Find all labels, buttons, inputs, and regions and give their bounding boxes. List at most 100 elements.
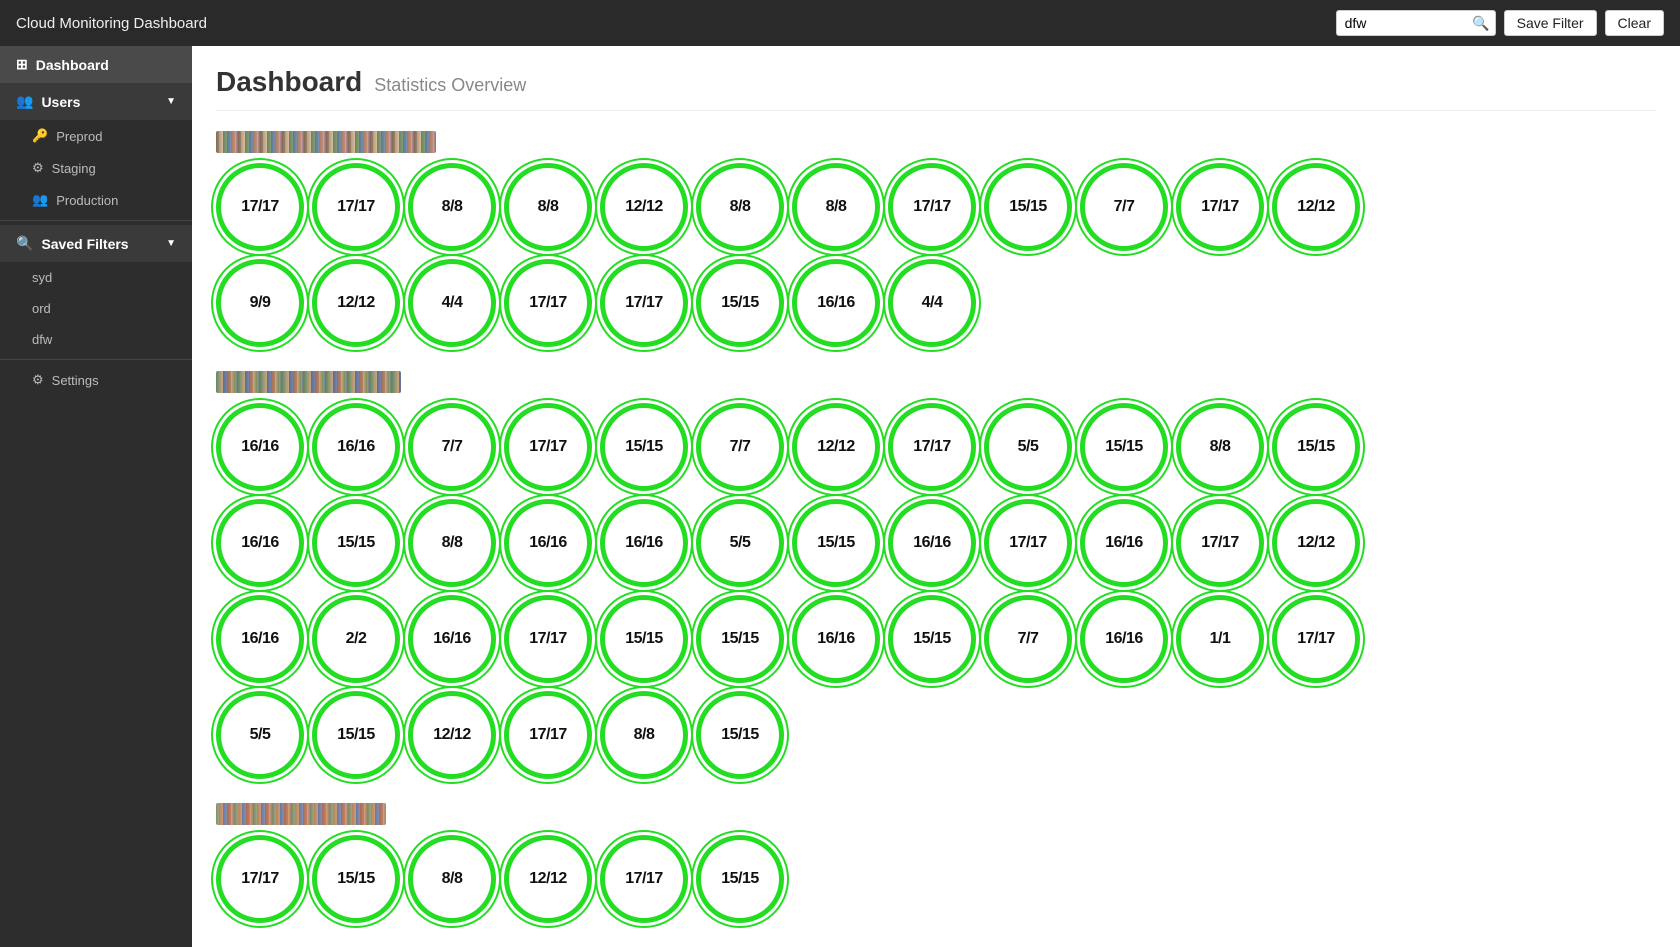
circle-item[interactable]: 12/12	[600, 163, 688, 251]
section-2-row-1: 16/1616/167/717/1715/157/712/1217/175/51…	[216, 403, 1656, 491]
circle-item[interactable]: 17/17	[600, 259, 688, 347]
circle-item[interactable]: 8/8	[408, 499, 496, 587]
circle-item[interactable]: 17/17	[216, 163, 304, 251]
circle-item[interactable]: 8/8	[504, 163, 592, 251]
circle-item[interactable]: 16/16	[216, 595, 304, 683]
circle-item[interactable]: 17/17	[312, 163, 400, 251]
circle-item[interactable]: 8/8	[1176, 403, 1264, 491]
circle-item[interactable]: 17/17	[216, 835, 304, 923]
circle-item[interactable]: 17/17	[600, 835, 688, 923]
section-2-row-2: 16/1615/158/816/1616/165/515/1516/1617/1…	[216, 499, 1656, 587]
save-filter-button[interactable]: Save Filter	[1504, 10, 1597, 36]
circle-label: 15/15	[337, 534, 375, 552]
circle-item[interactable]: 7/7	[984, 595, 1072, 683]
circle-item[interactable]: 7/7	[696, 403, 784, 491]
circle-item[interactable]: 4/4	[888, 259, 976, 347]
sidebar-item-dashboard[interactable]: ⊞ Dashboard	[0, 46, 192, 83]
circle-item[interactable]: 7/7	[408, 403, 496, 491]
sidebar-item-production[interactable]: 👥 Production	[0, 184, 192, 216]
circle-item[interactable]: 17/17	[888, 163, 976, 251]
circle-item[interactable]: 17/17	[504, 403, 592, 491]
circle-item[interactable]: 16/16	[408, 595, 496, 683]
circle-item[interactable]: 17/17	[984, 499, 1072, 587]
circle-label: 15/15	[625, 630, 663, 648]
circle-item[interactable]: 8/8	[408, 163, 496, 251]
circle-item[interactable]: 15/15	[312, 499, 400, 587]
circle-label: 15/15	[1105, 438, 1143, 456]
circle-item[interactable]: 15/15	[984, 163, 1072, 251]
circle-item[interactable]: 16/16	[504, 499, 592, 587]
circle-item[interactable]: 1/1	[1176, 595, 1264, 683]
circle-item[interactable]: 5/5	[984, 403, 1072, 491]
circle-item[interactable]: 16/16	[888, 499, 976, 587]
sidebar: ⊞ Dashboard 👥 Users ▼ 🔑 Preprod ⚙ Stagin…	[0, 46, 192, 947]
circle-item[interactable]: 8/8	[600, 691, 688, 779]
circle-item[interactable]: 15/15	[600, 403, 688, 491]
app-title: Cloud Monitoring Dashboard	[16, 15, 207, 32]
circle-item[interactable]: 17/17	[1272, 595, 1360, 683]
circle-item[interactable]: 15/15	[792, 499, 880, 587]
circle-item[interactable]: 12/12	[312, 259, 400, 347]
sidebar-item-settings[interactable]: ⚙ Settings	[0, 364, 192, 396]
sidebar-saved-filters[interactable]: 🔍 Saved Filters ▼	[0, 225, 192, 262]
circle-item[interactable]: 17/17	[1176, 499, 1264, 587]
circle-label: 16/16	[433, 630, 471, 648]
sidebar-item-users[interactable]: 👥 Users ▼	[0, 83, 192, 120]
circle-item[interactable]: 15/15	[696, 835, 784, 923]
circle-item[interactable]: 15/15	[312, 691, 400, 779]
circle-item[interactable]: 5/5	[696, 499, 784, 587]
circle-label: 15/15	[1009, 198, 1047, 216]
circle-item[interactable]: 12/12	[408, 691, 496, 779]
circle-item[interactable]: 15/15	[696, 259, 784, 347]
sidebar-filter-ord[interactable]: ord	[0, 293, 192, 324]
circle-item[interactable]: 8/8	[696, 163, 784, 251]
circle-item[interactable]: 8/8	[408, 835, 496, 923]
circle-item[interactable]: 16/16	[792, 595, 880, 683]
circle-item[interactable]: 15/15	[888, 595, 976, 683]
circle-item[interactable]: 16/16	[792, 259, 880, 347]
search-button[interactable]: 🔍	[1472, 15, 1489, 32]
circle-item[interactable]: 12/12	[504, 835, 592, 923]
circle-item[interactable]: 15/15	[1272, 403, 1360, 491]
circle-item[interactable]: 17/17	[1176, 163, 1264, 251]
circle-item[interactable]: 16/16	[600, 499, 688, 587]
circle-item[interactable]: 15/15	[696, 691, 784, 779]
circle-item[interactable]: 16/16	[216, 403, 304, 491]
circle-item[interactable]: 4/4	[408, 259, 496, 347]
circle-item[interactable]: 17/17	[504, 259, 592, 347]
circle-label: 8/8	[442, 198, 463, 216]
circle-item[interactable]: 15/15	[696, 595, 784, 683]
clear-button[interactable]: Clear	[1605, 10, 1664, 36]
sidebar-filter-syd[interactable]: syd	[0, 262, 192, 293]
circle-label: 12/12	[529, 870, 567, 888]
circle-item[interactable]: 15/15	[312, 835, 400, 923]
circle-item[interactable]: 7/7	[1080, 163, 1168, 251]
circle-item[interactable]: 16/16	[1080, 499, 1168, 587]
circle-label: 5/5	[1018, 438, 1039, 456]
section-2: 16/1616/167/717/1715/157/712/1217/175/51…	[216, 371, 1656, 779]
circle-item[interactable]: 5/5	[216, 691, 304, 779]
circle-item[interactable]: 15/15	[1080, 403, 1168, 491]
sidebar-item-preprod[interactable]: 🔑 Preprod	[0, 120, 192, 152]
circle-item[interactable]: 17/17	[888, 403, 976, 491]
circle-item[interactable]: 8/8	[792, 163, 880, 251]
filter-icon: 🔍	[16, 235, 33, 252]
circle-item[interactable]: 15/15	[600, 595, 688, 683]
circle-item[interactable]: 2/2	[312, 595, 400, 683]
filter-syd-label: syd	[32, 270, 52, 285]
section-3-label	[216, 803, 1656, 825]
page-subtitle: Statistics Overview	[374, 75, 526, 96]
circle-item[interactable]: 16/16	[216, 499, 304, 587]
circle-item[interactable]: 9/9	[216, 259, 304, 347]
circle-item[interactable]: 12/12	[1272, 499, 1360, 587]
sidebar-item-staging[interactable]: ⚙ Staging	[0, 152, 192, 184]
circle-item[interactable]: 12/12	[792, 403, 880, 491]
circle-label: 17/17	[241, 198, 279, 216]
circle-item[interactable]: 17/17	[504, 595, 592, 683]
circle-item[interactable]: 12/12	[1272, 163, 1360, 251]
circle-label: 15/15	[1297, 438, 1335, 456]
circle-item[interactable]: 16/16	[1080, 595, 1168, 683]
sidebar-filter-dfw[interactable]: dfw	[0, 324, 192, 355]
circle-item[interactable]: 17/17	[504, 691, 592, 779]
circle-item[interactable]: 16/16	[312, 403, 400, 491]
